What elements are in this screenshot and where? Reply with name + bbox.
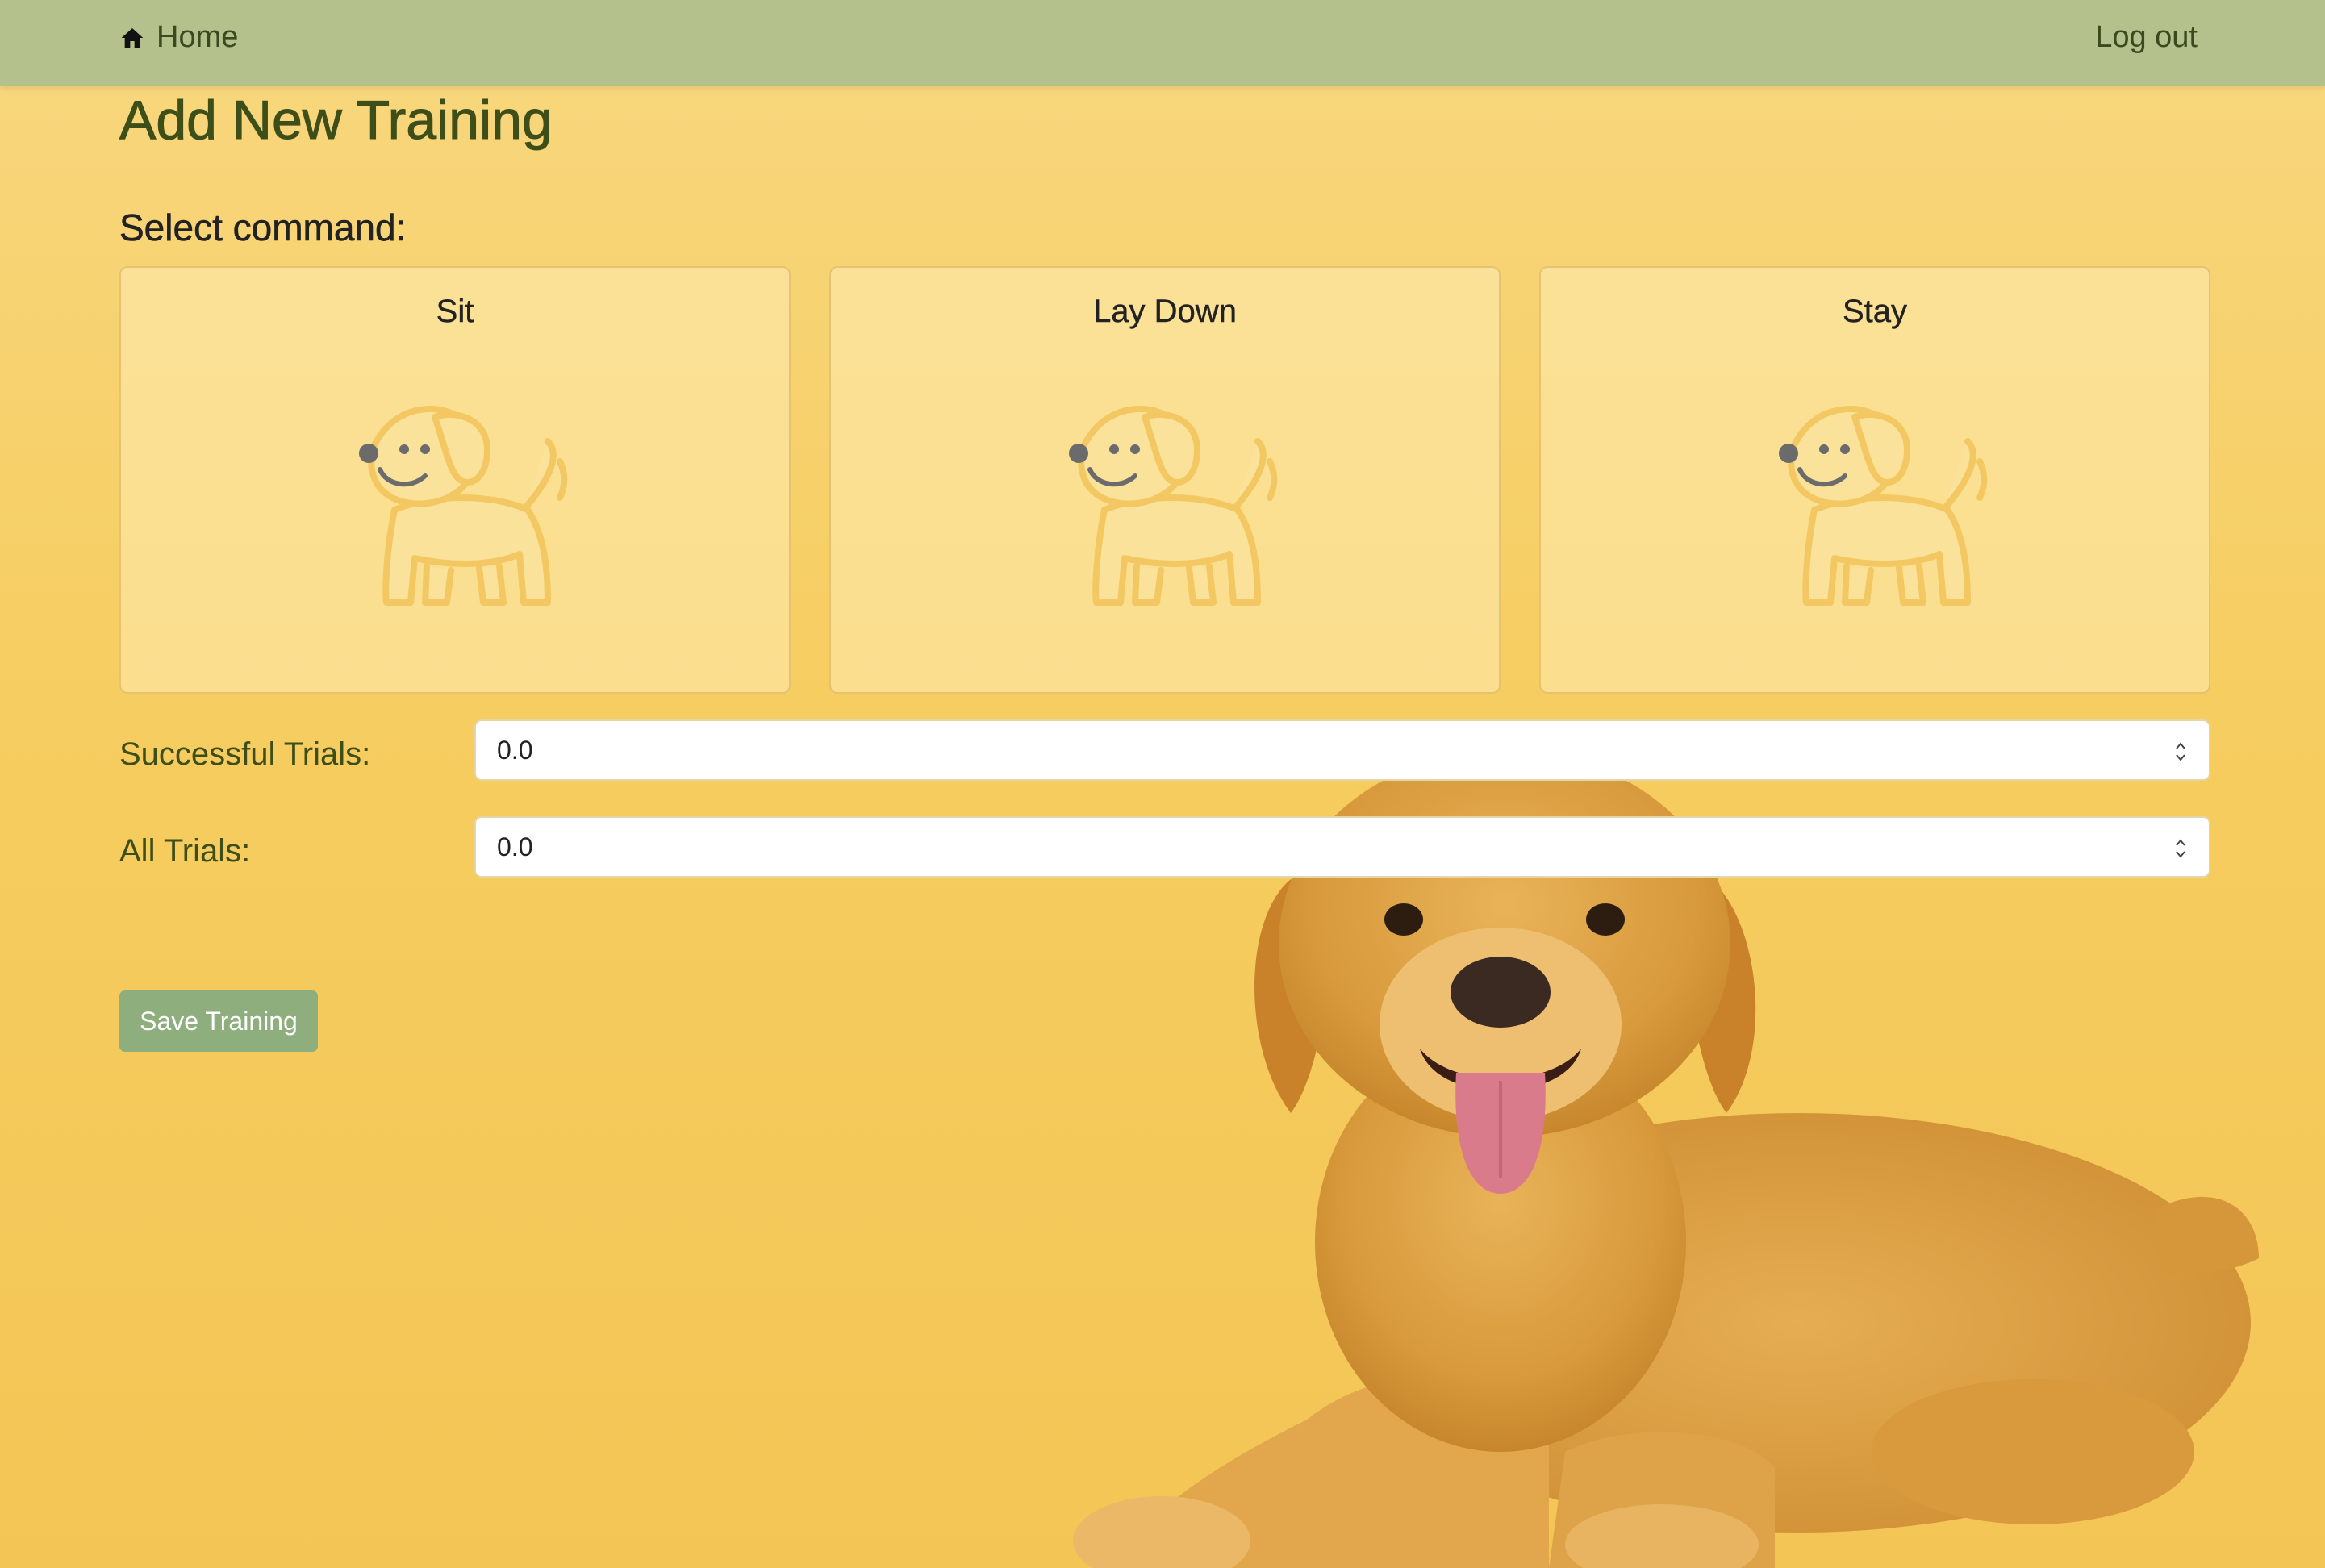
successful-trials-label: Successful Trials: [119,736,371,772]
navbar: Home Log out [0,0,2325,86]
all-trials-input[interactable]: 0.0 [474,816,2210,878]
number-stepper-icon[interactable] [2173,836,2188,861]
dog-icon [359,406,568,606]
command-card-lay-down[interactable]: Lay Down [829,266,1501,694]
successful-trials-row: Successful Trials: 0.0 [119,719,2210,781]
command-card-title: Stay [1842,294,1908,329]
command-cards: Sit Lay Down Stay [119,266,2210,694]
logout-label: Log out [2095,20,2198,54]
nav-home-link[interactable]: Home [119,0,238,75]
number-stepper-icon[interactable] [2173,739,2188,765]
logout-link[interactable]: Log out [2095,0,2198,75]
command-card-title: Sit [436,294,474,329]
command-card-sit[interactable]: Sit [119,266,791,694]
all-trials-label: All Trials: [119,833,251,869]
all-trials-value: 0.0 [497,832,533,861]
dog-icon [1069,406,1278,606]
page-title: Add New Training [119,90,553,152]
nav-home-label: Home [157,20,239,54]
successful-trials-value: 0.0 [497,736,533,765]
all-trials-row: All Trials: 0.0 [119,816,2210,878]
successful-trials-input[interactable]: 0.0 [474,719,2210,781]
save-training-button[interactable]: Save Training [119,990,318,1052]
command-card-stay[interactable]: Stay [1539,266,2210,694]
command-card-title: Lay Down [1093,294,1237,329]
background-dog-image [1073,758,2259,1568]
dog-icon [1779,406,1988,606]
home-icon [121,27,144,48]
select-command-label: Select command: [119,206,407,249]
